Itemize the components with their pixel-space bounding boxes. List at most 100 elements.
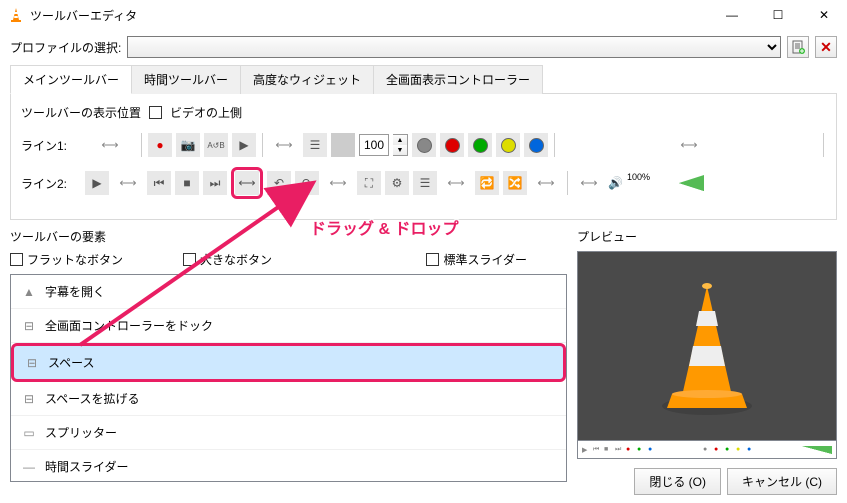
maximize-button[interactable]: ☐ <box>755 0 801 30</box>
mini-dot-icon: ● <box>703 446 711 454</box>
play-button[interactable]: ▶ <box>85 171 109 195</box>
native-checkbox[interactable] <box>426 253 439 266</box>
list-item[interactable]: —時間スライダー <box>11 450 566 482</box>
mini-stop-icon: ■ <box>604 446 612 454</box>
color-green-button[interactable] <box>468 133 492 157</box>
expand-spacer-icon: ⊟ <box>21 392 37 406</box>
elements-title: ツールバーの要素 <box>10 228 567 245</box>
fullscreen-button[interactable]: ⛶ <box>357 171 381 195</box>
annotation-text: ドラッグ & ドロップ <box>310 215 458 239</box>
big-label: 大きなボタン <box>200 251 272 268</box>
element-list[interactable]: ▲ 字幕を開く ⊟ 全画面コントローラーをドック ⊟スペース ⊟スペースを拡げる ▭… <box>10 274 567 482</box>
loop-back-button[interactable]: ↶ <box>267 171 291 195</box>
tab-bar: メインツールバー 時間ツールバー 高度なウィジェット 全画面表示コントローラー <box>10 64 837 94</box>
time-slider-icon: — <box>21 460 37 474</box>
dragged-item-highlight: ⟷ <box>231 167 263 199</box>
color-grey-button[interactable] <box>412 133 436 157</box>
loop-fwd-button[interactable]: ↷ <box>295 171 319 195</box>
list-item[interactable]: ▲ 字幕を開く <box>11 275 566 309</box>
mini-dot-icon: ● <box>747 446 755 454</box>
next-button[interactable]: ⏭ <box>203 171 227 195</box>
mini-volume-icon <box>802 446 832 454</box>
spacer-icon[interactable]: ⟷ <box>531 176 561 190</box>
native-label: 標準スライダー <box>443 251 527 268</box>
close-dialog-button[interactable]: 閉じる (O) <box>634 468 721 495</box>
list-item[interactable]: ▭ スプリッター <box>11 416 566 450</box>
snapshot-button[interactable]: 📷 <box>176 133 200 157</box>
volume-percent: 100% <box>627 172 650 182</box>
new-profile-button[interactable] <box>787 36 809 58</box>
window-title: ツールバーエディタ <box>30 7 709 24</box>
mini-dot-icon: ● <box>648 446 656 454</box>
mini-dot-icon: ● <box>736 446 744 454</box>
prev-button[interactable]: ⏮ <box>147 171 171 195</box>
playlist-button[interactable]: ☰ <box>413 171 437 195</box>
spacer-icon[interactable]: ⟷ <box>574 176 604 190</box>
color-red-button[interactable] <box>440 133 464 157</box>
shuffle-button[interactable]: 🔀 <box>503 171 527 195</box>
tab-time-toolbar[interactable]: 時間ツールバー <box>131 65 241 94</box>
spacer-icon[interactable]: ⟷ <box>441 176 471 190</box>
dialog-footer: 閉じる (O) キャンセル (C) <box>624 460 847 503</box>
tab-content: ツールバーの表示位置 ビデオの上側 ライン1: ⟷ ● 📷 A↺B ▶ ⟷ ☰ … <box>10 94 837 220</box>
spacer-icon[interactable]: ⟷ <box>269 138 299 152</box>
list-item-label: 字幕を開く <box>45 283 105 300</box>
above-video-label: ビデオの上側 <box>170 104 242 121</box>
minimize-button[interactable]: — <box>709 0 755 30</box>
list-item-label: 全画面コントローラーをドック <box>45 317 213 334</box>
list-item-spacer[interactable]: ⊟スペース <box>11 343 566 382</box>
list-item[interactable]: ⊟スペースを拡げる <box>11 382 566 416</box>
spacer-icon[interactable]: ⟷ <box>561 138 817 152</box>
spin-up-icon[interactable]: ▲ <box>393 135 407 145</box>
divider <box>567 171 568 195</box>
list-button[interactable]: ☰ <box>303 133 327 157</box>
profile-select[interactable] <box>127 36 781 58</box>
flat-label: フラットなボタン <box>27 251 123 268</box>
above-video-checkbox[interactable] <box>149 106 162 119</box>
zoom-spinner[interactable]: ▲▼ <box>393 134 408 156</box>
zoom-input[interactable] <box>359 134 389 156</box>
list-item-label: スプリッター <box>45 424 117 441</box>
mini-dot-icon: ● <box>725 446 733 454</box>
title-bar: ツールバーエディタ — ☐ ✕ <box>0 0 847 30</box>
frame-button[interactable]: ▶ <box>232 133 256 157</box>
spin-down-icon[interactable]: ▼ <box>393 145 407 155</box>
volume-slider[interactable] <box>654 175 704 191</box>
settings-button[interactable]: ⚙ <box>385 171 409 195</box>
color-yellow-button[interactable] <box>496 133 520 157</box>
line2-label: ライン2: <box>21 175 81 192</box>
volume-icon[interactable]: 🔊 <box>608 176 623 190</box>
spacer-icon[interactable]: ⟷ <box>85 138 135 152</box>
preview-controls: ▶ ⏮ ■ ⏭ ● ● ● ● ● ● ● ● <box>577 441 837 459</box>
tab-main-toolbar[interactable]: メインツールバー <box>10 65 132 94</box>
spacer-button[interactable]: ⟷ <box>235 171 259 195</box>
delete-profile-button[interactable]: ✕ <box>815 36 837 58</box>
box-button[interactable] <box>331 133 355 157</box>
divider <box>823 133 824 157</box>
dock-icon: ⊟ <box>21 319 37 333</box>
mini-prev-icon: ⏮ <box>593 446 601 454</box>
stop-button[interactable]: ■ <box>175 171 199 195</box>
mini-play-icon: ▶ <box>582 446 590 454</box>
tab-advanced-widget[interactable]: 高度なウィジェット <box>240 65 374 94</box>
loop-button[interactable]: 🔁 <box>475 171 499 195</box>
toolbar-position-label: ツールバーの表示位置 <box>21 104 141 121</box>
close-button[interactable]: ✕ <box>801 0 847 30</box>
spacer-icon[interactable]: ⟷ <box>323 176 353 190</box>
preview-box <box>577 251 837 441</box>
color-blue-button[interactable] <box>524 133 548 157</box>
cancel-button[interactable]: キャンセル (C) <box>727 468 837 495</box>
mini-dot-icon: ● <box>637 446 645 454</box>
spacer-icon[interactable]: ⟷ <box>113 176 143 190</box>
mini-dot-icon: ● <box>714 446 722 454</box>
record-button[interactable]: ● <box>148 133 172 157</box>
big-checkbox[interactable] <box>183 253 196 266</box>
list-item[interactable]: ⊟ 全画面コントローラーをドック <box>11 309 566 343</box>
subtitle-icon: ▲ <box>21 285 37 299</box>
line2-row: ライン2: ▶ ⟷ ⏮ ■ ⏭ ⟷ ↶ ↷ ⟷ ⛶ ⚙ ☰ ⟷ 🔁 🔀 ⟷ ⟷ … <box>21 167 826 199</box>
flat-checkbox[interactable] <box>10 253 23 266</box>
vlc-cone-icon <box>647 276 767 416</box>
ab-loop-button[interactable]: A↺B <box>204 133 228 157</box>
splitter-icon: ▭ <box>21 426 37 440</box>
tab-fullscreen-controller[interactable]: 全画面表示コントローラー <box>373 65 543 94</box>
